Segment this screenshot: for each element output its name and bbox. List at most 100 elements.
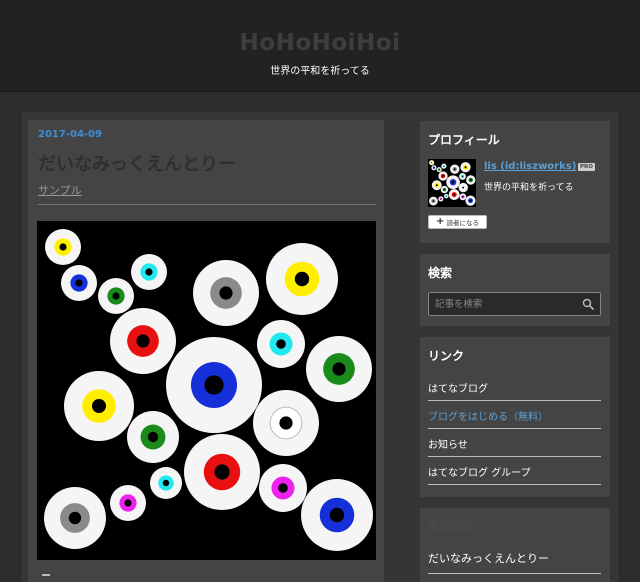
- eyeball-pupil: [294, 271, 310, 287]
- eyeball-pupil: [453, 168, 456, 171]
- eyeball: [266, 243, 338, 315]
- eyeball: [458, 182, 468, 193]
- eyeball-pupil: [469, 179, 472, 181]
- eyeball: [431, 180, 442, 191]
- eyeball-pupil: [124, 499, 132, 507]
- eyeball-pupil: [92, 399, 106, 413]
- eyeball: [193, 260, 259, 326]
- eyeball: [446, 175, 460, 190]
- eyeball: [127, 411, 179, 463]
- eyeball-pupil: [438, 169, 440, 171]
- link-item-news[interactable]: お知らせ: [428, 429, 601, 457]
- eyeball-pupil: [462, 196, 464, 198]
- eyeball: [150, 467, 182, 499]
- eyeball: [131, 254, 167, 290]
- eyeball: [459, 193, 467, 201]
- eyeball: [301, 479, 373, 551]
- entry: 2017-04-09 だいなみっくえんとりー サンプル: [28, 120, 384, 582]
- blog-title[interactable]: HoHoHoiHoi: [0, 30, 640, 56]
- pro-badge: PRO: [578, 163, 595, 171]
- eyeball-pupil: [443, 165, 445, 167]
- eyeball-pupil: [68, 511, 82, 525]
- profile-name-link[interactable]: lis (id:liszworks): [484, 161, 576, 172]
- search-module: 検索: [420, 254, 610, 326]
- link-item-start-blog[interactable]: ブログをはじめる（無料）: [428, 401, 601, 429]
- links-module: リンク はてなブログ ブログをはじめる（無料） お知らせ はてなブログ グループ: [420, 337, 610, 497]
- recent-posts-module: 最新記事 だいなみっくえんとりー: [420, 508, 610, 582]
- eyeball: [166, 337, 262, 433]
- entry-date[interactable]: 2017-04-09: [38, 129, 102, 140]
- eyeball: [465, 195, 476, 206]
- eyeball-pupil: [59, 243, 67, 251]
- eyeball-pupil: [332, 362, 346, 376]
- eyeball-pupil: [278, 483, 288, 493]
- recent-posts-heading: 最新記事: [428, 520, 472, 533]
- eyeball-pupil: [431, 162, 433, 164]
- eyeball-pupil: [136, 334, 150, 348]
- avatar[interactable]: [428, 159, 476, 207]
- eyeball-pupil: [445, 195, 447, 197]
- link-label: はてなブログ グループ: [428, 468, 531, 479]
- eyeball: [459, 173, 466, 180]
- eyeball-pupil: [75, 279, 83, 287]
- follow-button-label: 読者になる: [446, 219, 479, 227]
- eyeball-pupil: [214, 464, 230, 480]
- eyeball-pupil: [461, 175, 464, 178]
- link-item-hatena-blog[interactable]: はてなブログ: [428, 373, 601, 401]
- eyeball: [184, 434, 260, 510]
- entry-category-link[interactable]: サンプル: [38, 182, 82, 198]
- link-label: お知らせ: [428, 440, 468, 451]
- profile-description: 世界の平和を祈ってる: [484, 183, 574, 193]
- link-item-blog-group[interactable]: はてなブログ グループ: [428, 457, 601, 485]
- eyeball-pupil: [145, 268, 153, 276]
- eyeball: [438, 171, 448, 181]
- search-box: [428, 292, 601, 316]
- recent-post-item[interactable]: だいなみっくえんとりー: [428, 540, 601, 574]
- eyeball-pupil: [112, 292, 120, 300]
- eyeball-pupil: [219, 286, 233, 300]
- eyeball-pupil: [464, 166, 467, 169]
- blog-description: 世界の平和を祈ってる: [270, 66, 370, 77]
- eyeball: [45, 229, 81, 265]
- links-heading: リンク: [428, 349, 465, 363]
- search-icon[interactable]: [582, 298, 594, 310]
- eyeball-pupil: [469, 199, 472, 202]
- recent-post-label: だいなみっくえんとりー: [428, 552, 549, 565]
- eyeball: [44, 487, 106, 549]
- eyeball-pupil: [147, 431, 159, 443]
- eyeball-pupil: [442, 175, 444, 177]
- eyeball: [429, 160, 435, 166]
- entry-title[interactable]: だいなみっくえんとりー: [38, 150, 236, 176]
- eyeball: [448, 189, 460, 200]
- eyeball-pupil: [435, 184, 438, 187]
- eyeball: [444, 193, 449, 199]
- eyeball: [450, 164, 460, 174]
- eyeball: [431, 165, 437, 171]
- eyeball: [110, 485, 146, 521]
- eyeball: [61, 265, 97, 301]
- eyeball-pupil: [443, 188, 446, 191]
- search-input[interactable]: [429, 293, 579, 315]
- eyeball: [441, 163, 447, 169]
- eyeball: [257, 320, 305, 368]
- eyeball: [259, 464, 307, 512]
- follow-button[interactable]: + 読者になる: [428, 215, 487, 229]
- eyeball-pupil: [453, 193, 456, 196]
- eyeball-pupil: [432, 200, 435, 202]
- eyeball-pupil: [279, 416, 293, 430]
- search-heading: 検索: [428, 266, 453, 280]
- entry-more-marker: [42, 574, 50, 576]
- eyeball: [98, 278, 134, 314]
- eyeball: [436, 167, 442, 173]
- eyeball: [64, 371, 134, 441]
- entry-artwork: [37, 221, 376, 560]
- eyeball: [438, 196, 444, 202]
- eyeball: [110, 308, 176, 374]
- eyeball-pupil: [204, 375, 224, 395]
- link-label: はてなブログ: [428, 384, 488, 395]
- entry-divider: [38, 204, 376, 205]
- profile-module: プロフィール lis (id:liszworks) PRO 世界の平和を祈ってる…: [420, 121, 610, 243]
- eyeball-pupil: [451, 180, 455, 184]
- eyeball-pupil: [162, 479, 170, 487]
- eyeball-pattern-icon: [428, 160, 476, 206]
